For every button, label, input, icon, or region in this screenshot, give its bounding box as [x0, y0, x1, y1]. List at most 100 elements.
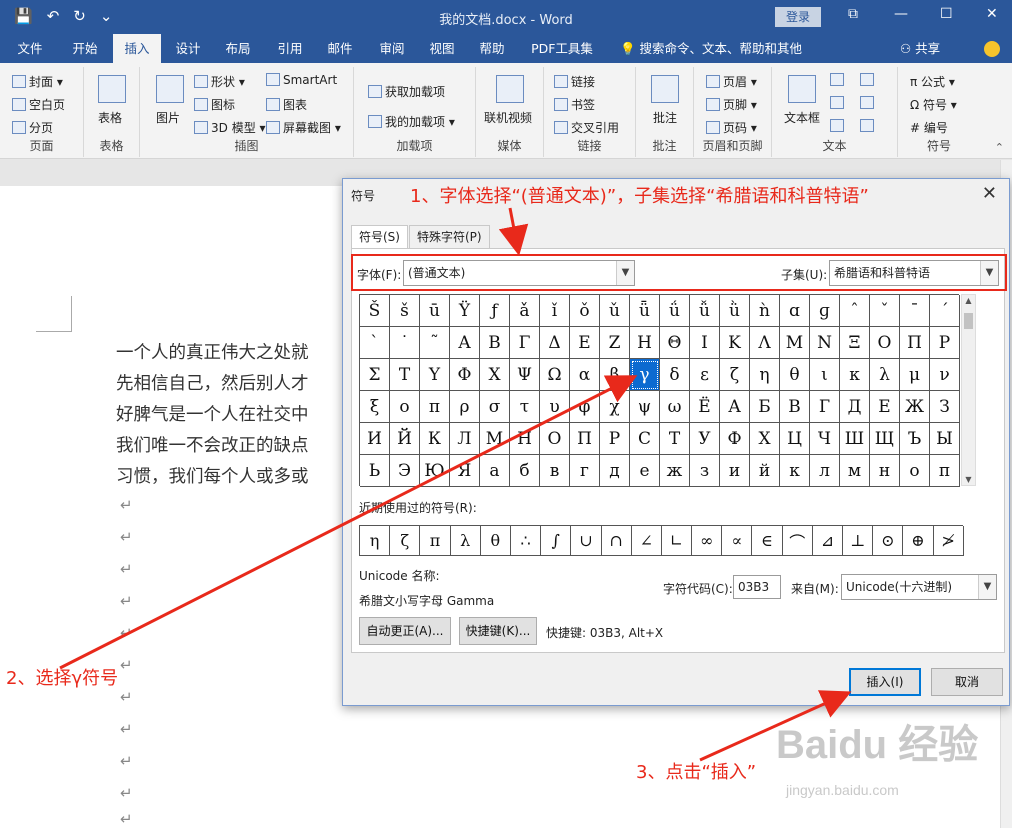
symbol-cell[interactable]: ˆ [840, 295, 870, 327]
recent-symbol-cell[interactable]: η [360, 526, 391, 556]
symbol-cell[interactable]: л [810, 455, 840, 487]
tab-home[interactable]: 开始 [62, 34, 108, 63]
symbol-cell[interactable]: Κ [720, 327, 750, 359]
symbol-cell[interactable]: к [780, 455, 810, 487]
symbol-cell[interactable]: Β [480, 327, 510, 359]
recent-symbol-cell[interactable]: ⊙ [873, 526, 904, 556]
object-icon[interactable] [860, 119, 877, 133]
symbol-cell[interactable]: Š [360, 295, 390, 327]
recent-symbol-cell[interactable]: ∴ [510, 526, 542, 556]
symbol-cell[interactable]: η [750, 359, 780, 391]
symbol-cell[interactable]: ɡ [810, 295, 840, 327]
tab-layout[interactable]: 布局 [216, 34, 260, 63]
symbol-cell[interactable]: Ε [570, 327, 600, 359]
symbol-cell[interactable]: Υ [420, 359, 450, 391]
symbol-cell[interactable]: δ [660, 359, 690, 391]
bookmark-button[interactable]: 书签 [554, 96, 595, 113]
document-text-line[interactable]: 习惯，我们每个人或多或 [116, 463, 309, 488]
tab-review[interactable]: 审阅 [370, 34, 414, 63]
header-button[interactable]: 页眉 ▾ [706, 73, 757, 90]
from-dropdown[interactable]: Unicode(十六进制) ▼ [841, 574, 997, 600]
recent-symbol-cell[interactable]: ∪ [571, 526, 602, 556]
ribbon-display-icon[interactable]: ⧉ [848, 6, 858, 22]
shortcut-key-button[interactable]: 快捷键(K)... [459, 617, 537, 645]
autocorrect-button[interactable]: 自动更正(A)... [359, 617, 451, 645]
symbol-cell[interactable]: σ [480, 391, 510, 423]
symbol-cell[interactable]: Ы [930, 423, 960, 455]
symbol-cell[interactable]: Π [900, 327, 930, 359]
quick-parts-icon[interactable] [830, 73, 847, 87]
recent-symbol-cell[interactable]: λ [450, 526, 481, 556]
recent-symbol-cell[interactable]: ⊿ [812, 526, 843, 556]
symbol-cell[interactable]: ψ [630, 391, 660, 423]
shapes-button[interactable]: 形状 ▾ [194, 73, 245, 90]
symbol-cell[interactable]: ж [660, 455, 690, 487]
screenshot-button[interactable]: 屏幕截图 ▾ [266, 119, 341, 136]
close-icon[interactable]: ✕ [982, 183, 997, 204]
tab-mailings[interactable]: 邮件 [318, 34, 362, 63]
symbol-cell[interactable]: З [930, 391, 960, 423]
text-box-button[interactable]: 文本框 [784, 109, 820, 126]
symbol-cell[interactable]: ɑ [780, 295, 810, 327]
symbol-cell[interactable]: Α [450, 327, 480, 359]
signature-line-icon[interactable] [860, 73, 877, 87]
symbol-cell[interactable]: Ш [840, 423, 870, 455]
symbol-cell[interactable]: š [390, 295, 420, 327]
smartart-button[interactable]: SmartArt [266, 73, 337, 87]
recent-symbol-cell[interactable]: ∝ [722, 526, 753, 556]
recent-symbol-cell[interactable]: ⊥ [843, 526, 874, 556]
maximize-icon[interactable]: ☐ [940, 6, 953, 22]
symbol-cell[interactable]: ˜ [420, 327, 450, 359]
recent-symbol-cell[interactable]: θ [480, 526, 511, 556]
symbol-cell[interactable]: ν [930, 359, 960, 391]
collapse-ribbon-icon[interactable]: ⌃ [995, 141, 1004, 154]
recent-symbol-cell[interactable]: π [420, 526, 451, 556]
symbol-cell[interactable]: Θ [660, 327, 690, 359]
tab-references[interactable]: 引用 [268, 34, 312, 63]
symbol-cell[interactable]: ǎ [510, 295, 540, 327]
my-addins-button[interactable]: 我的加载项 ▾ [368, 113, 455, 130]
symbol-cell[interactable]: Щ [870, 423, 900, 455]
symbol-cell[interactable]: φ [570, 391, 600, 423]
symbol-cell[interactable]: Ζ [600, 327, 630, 359]
symbol-cell[interactable]: μ [900, 359, 930, 391]
symbol-cell[interactable]: е [630, 455, 660, 487]
symbol-cell[interactable]: Я [450, 455, 480, 487]
symbol-cell[interactable]: χ [600, 391, 630, 423]
symbol-cell[interactable]: π [420, 391, 450, 423]
symbol-cell[interactable]: β [600, 359, 630, 391]
symbol-cell[interactable]: Х [750, 423, 780, 455]
symbol-cell[interactable]: ˉ [900, 295, 930, 327]
equation-button[interactable]: π 公式 ▾ [910, 73, 955, 90]
symbol-cell[interactable]: θ [780, 359, 810, 391]
document-text-line[interactable]: 一个人的真正伟大之处就 [116, 339, 309, 364]
tab-symbols[interactable]: 符号(S) [351, 225, 408, 249]
symbol-cell[interactable]: Ц [780, 423, 810, 455]
symbol-cell[interactable]: τ [510, 391, 540, 423]
symbol-cell[interactable]: Ж [900, 391, 930, 423]
table-button[interactable]: 表格 [98, 109, 122, 126]
symbol-cell[interactable]: Ρ [930, 327, 960, 359]
number-button[interactable]: # 编号 [910, 119, 948, 136]
symbol-cell[interactable]: й [750, 455, 780, 487]
recent-symbol-cell[interactable]: ∩ [601, 526, 632, 556]
symbol-cell[interactable]: Н [510, 423, 540, 455]
symbol-cell[interactable]: Ξ [840, 327, 870, 359]
symbol-cell[interactable]: ζ [720, 359, 750, 391]
tab-help[interactable]: 帮助 [470, 34, 514, 63]
symbol-cell[interactable]: ǒ [570, 295, 600, 327]
symbol-cell[interactable]: Г [810, 391, 840, 423]
symbol-cell[interactable]: Л [450, 423, 480, 455]
recent-symbol-cell[interactable]: ∞ [692, 526, 723, 556]
symbol-button[interactable]: Ω 符号 ▾ [910, 96, 957, 113]
symbol-cell[interactable]: Ÿ [450, 295, 480, 327]
symbol-cell[interactable]: ˇ [870, 295, 900, 327]
symbol-cell[interactable]: ε [690, 359, 720, 391]
char-code-input[interactable]: 03B3 [733, 575, 781, 599]
symbol-cell[interactable]: ˙ [390, 327, 420, 359]
symbol-cell[interactable]: Ъ [900, 423, 930, 455]
tab-insert[interactable]: 插入 [113, 34, 161, 63]
document-text-line[interactable]: 我们唯一不会改正的缺点 [116, 432, 309, 457]
symbol-cell[interactable]: Ч [810, 423, 840, 455]
symbol-cell[interactable]: С [630, 423, 660, 455]
